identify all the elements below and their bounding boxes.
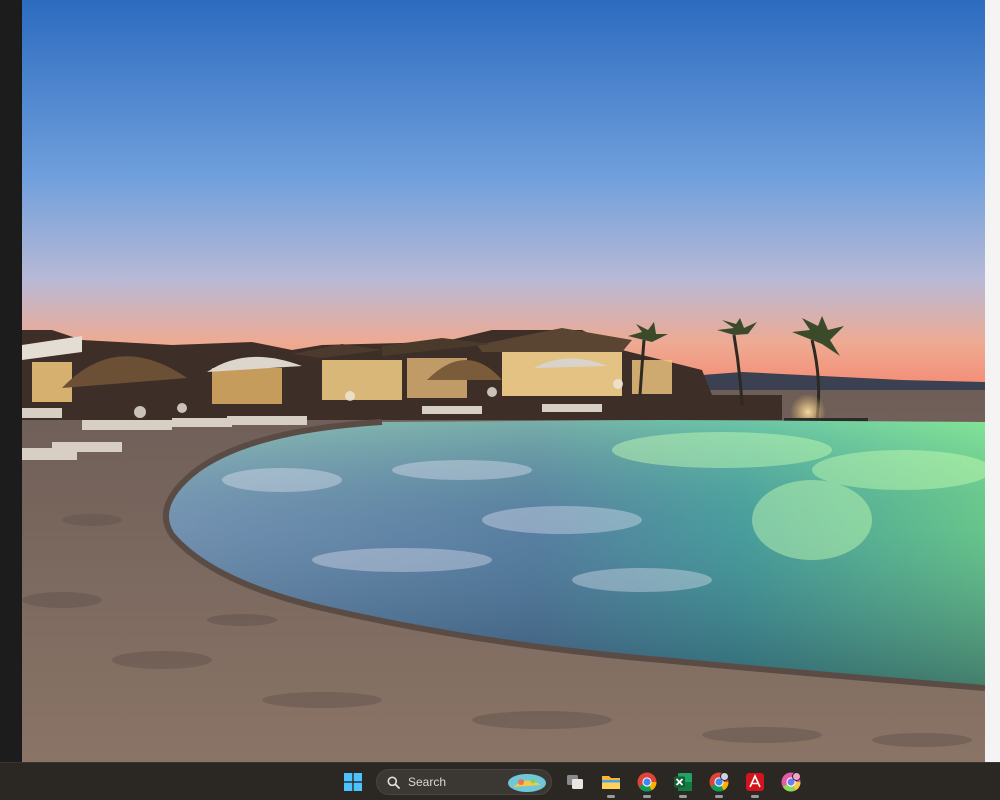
excel-icon[interactable] <box>668 768 698 798</box>
chrome-colorful-icon[interactable] <box>776 768 806 796</box>
task-view-icon[interactable] <box>560 768 590 796</box>
taskbar-icons: Search <box>338 768 812 798</box>
chrome-icon[interactable] <box>632 768 662 798</box>
search-icon <box>387 776 400 789</box>
search-label: Search <box>408 775 447 789</box>
search-box[interactable]: Search <box>376 769 552 795</box>
chrome-profile-icon[interactable] <box>704 768 734 798</box>
left-window-edge <box>0 0 20 762</box>
right-window-edge <box>985 0 1000 762</box>
taskbar: Search <box>0 762 1000 800</box>
search-highlight-icon <box>508 774 546 792</box>
file-explorer-icon[interactable] <box>596 768 626 798</box>
acrobat-icon[interactable] <box>740 768 770 798</box>
windows-start-icon[interactable] <box>338 768 368 796</box>
beach-pool-photo <box>22 0 985 762</box>
